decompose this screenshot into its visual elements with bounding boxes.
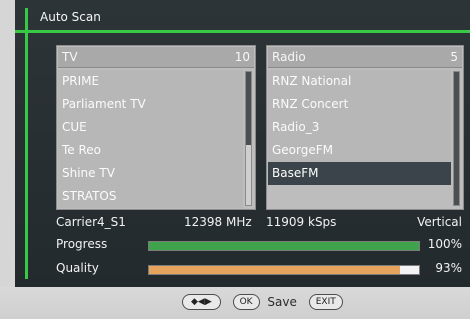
radio-scrollbar[interactable]: [453, 71, 460, 206]
radio-channel-list-item[interactable]: RNZ National: [268, 70, 451, 93]
radio-channel-list-item[interactable]: Radio_3: [268, 116, 451, 139]
tv-channel-panel: TV 10 PRIME Parliament TV CUE Te Reo Shine T…: [56, 45, 256, 210]
progress-meter: Progress 100%: [56, 237, 462, 253]
key-hints: ◆◀▶ OK Save EXIT: [182, 294, 343, 310]
quality-percent: 93%: [435, 261, 462, 275]
radio-panel-header: Radio 5: [268, 47, 462, 68]
tv-channel-count: 10: [234, 50, 250, 64]
tv-channel-list[interactable]: PRIME Parliament TV CUE Te Reo Shine TV STRAT…: [58, 70, 243, 208]
tv-channel-list-item[interactable]: Parliament TV: [58, 93, 243, 116]
ok-key-icon[interactable]: OK: [232, 294, 260, 310]
radio-channel-panel: Radio 5 RNZ National RNZ Concert Radio_3 Ge…: [266, 45, 464, 210]
tv-panel-header: TV 10: [58, 47, 254, 68]
tv-channel-list-item[interactable]: STRATOS: [58, 185, 243, 208]
radio-channel-list-item[interactable]: GeorgeFM: [268, 139, 451, 162]
carrier-symbol-rate: 11909 kSps: [266, 215, 337, 229]
tv-scrollbar[interactable]: [245, 71, 252, 206]
tv-panel-label: TV: [62, 50, 78, 64]
carrier-polarization: Vertical: [417, 215, 462, 229]
radio-panel-label: Radio: [272, 50, 306, 64]
radio-channel-list-item[interactable]: RNZ Concert: [268, 93, 451, 116]
progress-bar-fill: [149, 242, 419, 250]
frame-vertical-line: [25, 8, 28, 279]
quality-meter: Quality 93%: [56, 261, 462, 277]
quality-bar: [148, 265, 420, 275]
progress-percent: 100%: [427, 237, 462, 251]
radio-channel-list-item[interactable]: BaseFM: [268, 162, 451, 185]
tv-channel-list-item[interactable]: Te Reo: [58, 139, 243, 162]
quality-label: Quality: [56, 261, 99, 275]
ok-save-label: Save: [267, 295, 297, 309]
tv-channel-list-item[interactable]: CUE: [58, 116, 243, 139]
radio-scrollbar-thumb[interactable]: [454, 72, 459, 205]
radio-channel-count: 5: [450, 50, 458, 64]
carrier-frequency: 12398 MHz: [184, 215, 252, 229]
page-title: Auto Scan: [40, 10, 101, 24]
tv-scrollbar-thumb[interactable]: [246, 72, 251, 146]
arrow-keys-icon[interactable]: ◆◀▶: [182, 294, 221, 310]
quality-bar-fill: [149, 266, 401, 274]
carrier-name: Carrier4_S1: [56, 215, 126, 229]
progress-label: Progress: [56, 237, 108, 251]
exit-key-icon[interactable]: EXIT: [308, 294, 343, 310]
frame-horizontal-line: [15, 30, 470, 33]
carrier-info-row: Carrier4_S1 12398 MHz 11909 kSps Vertica…: [56, 215, 462, 231]
tv-channel-list-item[interactable]: PRIME: [58, 70, 243, 93]
footer-key-hints: ◆◀▶ OK Save EXIT: [0, 287, 470, 319]
tv-channel-list-item[interactable]: Shine TV: [58, 162, 243, 185]
radio-channel-list[interactable]: RNZ National RNZ Concert Radio_3 GeorgeFM Ba…: [268, 70, 451, 208]
progress-bar: [148, 241, 420, 251]
